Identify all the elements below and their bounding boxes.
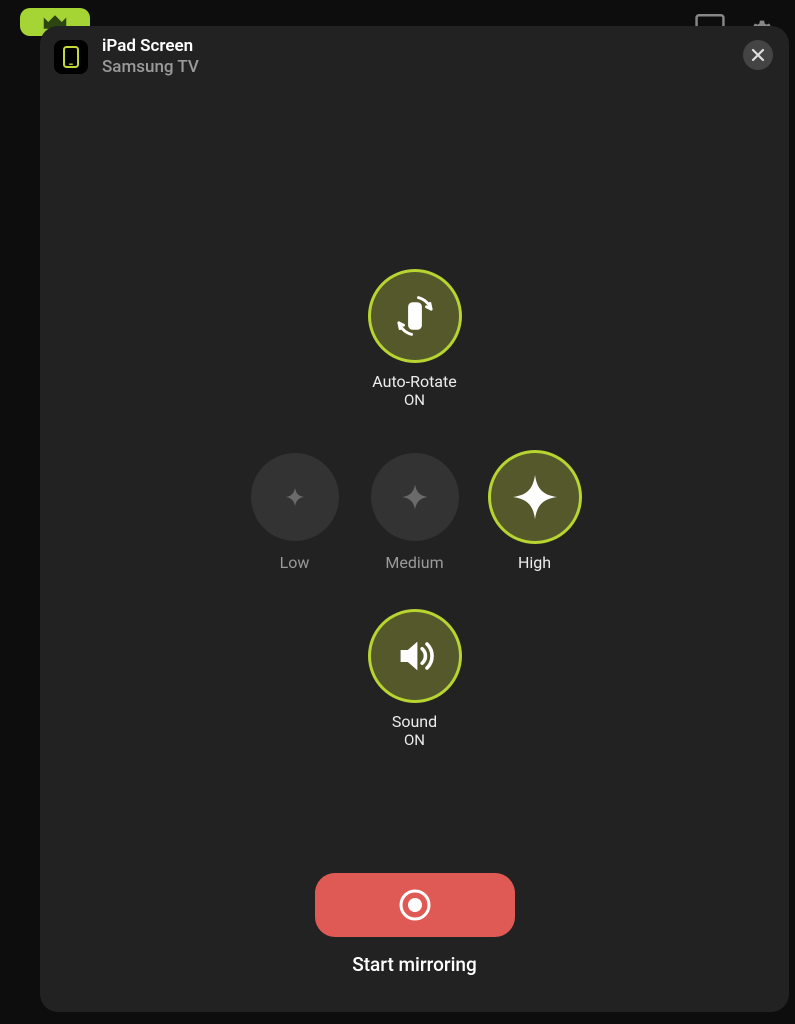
auto-rotate-label: Auto-Rotate <box>372 372 456 391</box>
sound-button[interactable] <box>371 612 459 700</box>
quality-medium-group: Medium <box>371 453 459 572</box>
quality-high-button[interactable] <box>491 453 579 541</box>
quality-high-group: High <box>491 453 579 572</box>
start-mirroring-button[interactable] <box>315 873 515 937</box>
quality-high-label: High <box>518 553 551 572</box>
quality-row: Low Medium High <box>251 453 579 572</box>
tablet-icon <box>62 46 80 68</box>
sound-group: Sound ON <box>371 612 459 749</box>
sparkle-icon <box>284 486 306 508</box>
start-mirroring-label: Start mirroring <box>352 953 477 976</box>
auto-rotate-group: Auto-Rotate ON <box>371 272 459 409</box>
sparkle-icon <box>400 482 430 512</box>
rotate-icon <box>392 293 438 339</box>
controls-area: Auto-Rotate ON Low Medium <box>40 272 789 749</box>
speaker-icon <box>391 632 439 680</box>
device-tile-icon <box>54 40 88 74</box>
quality-low-group: Low <box>251 453 339 572</box>
bottom-action: Start mirroring <box>40 873 789 976</box>
quality-medium-button[interactable] <box>371 453 459 541</box>
sparkle-icon <box>511 473 559 521</box>
panel-subtitle: Samsung TV <box>102 57 199 78</box>
quality-low-label: Low <box>280 553 310 572</box>
panel-title: iPad Screen <box>102 36 199 57</box>
sound-state: ON <box>392 731 437 749</box>
auto-rotate-state: ON <box>372 391 456 409</box>
auto-rotate-button[interactable] <box>371 272 459 360</box>
close-button[interactable] <box>743 40 773 70</box>
title-block: iPad Screen Samsung TV <box>102 36 199 79</box>
record-icon <box>395 885 435 925</box>
quality-medium-label: Medium <box>385 553 443 572</box>
quality-low-button[interactable] <box>251 453 339 541</box>
close-icon <box>751 48 765 62</box>
panel-header: iPad Screen Samsung TV <box>54 36 199 79</box>
sound-label: Sound <box>392 712 437 731</box>
mirroring-panel: iPad Screen Samsung TV Auto-Rotate ON <box>40 26 789 1012</box>
